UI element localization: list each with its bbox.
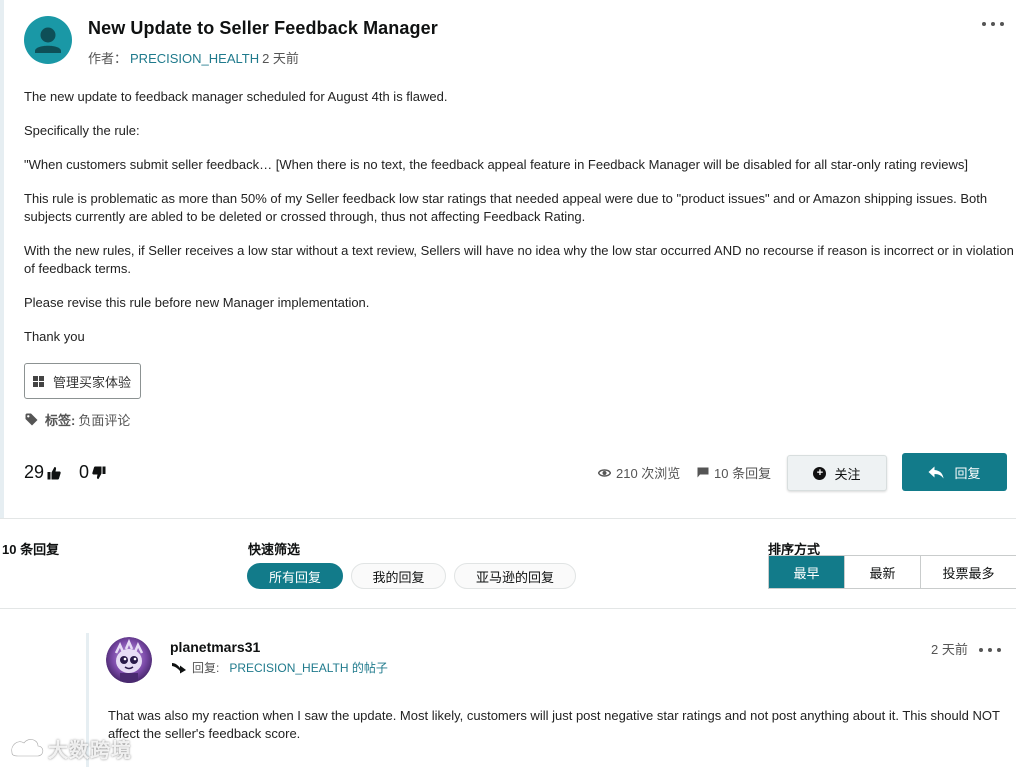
filter-my-replies[interactable]: 我的回复 [351,563,446,589]
post-time: 2 天前 [262,51,299,66]
reply-more-options-icon[interactable] [979,644,1001,656]
reply-time: 2 天前 [931,642,968,657]
thumbs-down-icon [92,466,106,479]
views-stat: 210 次浏览 [598,463,680,482]
author-link[interactable]: PRECISION_HEALTH [130,51,259,66]
tags-label: 标签: [45,413,76,428]
filter-all-replies[interactable]: 所有回复 [247,563,343,589]
views-count: 210 次浏览 [616,466,681,481]
user-icon [35,27,61,53]
thumbs-up-icon [47,466,61,479]
reply-avatar[interactable] [106,637,152,683]
post-more-options-icon[interactable] [982,18,1004,30]
sort-most-votes[interactable]: 投票最多 [921,556,1016,588]
reply-arrow-icon [928,466,944,478]
post-paragraph: The new update to feedback manager sched… [24,89,448,104]
eye-icon [598,468,611,477]
replies-stat: 10 条回复 [697,463,771,482]
comment-icon [697,467,709,478]
section-divider [0,608,1016,609]
post-paragraph: Please revise this rule before new Manag… [24,295,370,310]
grid-icon [33,375,44,387]
section-divider [0,518,1016,519]
category-label: 管理买家体验 [53,374,132,390]
post-paragraph: "When customers submit seller feedback… … [24,157,968,172]
post-paragraph: Specifically the rule: [24,123,140,138]
post-card: New Update to Seller Feedback Manager 作者… [0,0,1016,518]
reply-button[interactable]: 回复 [902,453,1007,491]
reply-label: 回复 [954,465,981,481]
quick-filter-label: 快速筛选 [248,542,301,557]
downvote-count: 0 [79,462,90,482]
reply-to-line: 回复: PRECISION_HEALTH 的帖子 [170,659,388,676]
upvote-button[interactable]: 29 [24,462,61,483]
post-paragraph: Thank you [24,329,85,344]
replies-count-title: 10 条回复 [2,542,60,557]
sort-oldest[interactable]: 最早 [769,556,845,588]
watermark-text: 大数跨境 [48,740,132,762]
post-paragraph: This rule is problematic as more than 50… [24,191,988,224]
vote-controls: 29 0 [24,462,124,483]
reply-body: That was also my reaction when I saw the… [108,708,1000,741]
tag-link[interactable]: 负面评论 [78,410,130,429]
post-title: New Update to Seller Feedback Manager [88,18,438,38]
sort-newest[interactable]: 最新 [845,556,921,588]
reply-card: planetmars31 回复: PRECISION_HEALTH 的帖子 2 … [86,633,1016,767]
watermark-logo-icon [10,737,44,757]
follow-label: 关注 [834,466,861,482]
post-body: The new update to feedback manager sched… [24,88,1014,362]
post-header: New Update to Seller Feedback Manager 作者… [24,16,438,67]
reply-prefix: 回复: [192,661,220,675]
follow-button[interactable]: + 关注 [787,455,887,491]
author-prefix: 作者： [88,51,128,66]
reply-turn-arrow-icon [172,663,186,674]
author-avatar[interactable] [24,16,72,64]
post-meta: 作者： PRECISION_HEALTH 2 天前 [88,48,438,67]
category-button[interactable]: 管理买家体验 [24,363,142,399]
sort-options: 最早 最新 投票最多 [768,555,1016,589]
creature-avatar-icon [106,637,152,683]
upvote-count: 29 [24,462,45,482]
post-paragraph: With the new rules, if Seller receives a… [24,243,1014,276]
downvote-button[interactable]: 0 [79,462,106,483]
plus-circle-icon: + [813,466,827,480]
reply-username[interactable]: planetmars31 [170,639,260,655]
replies-count: 10 条回复 [714,466,772,481]
watermark: 大数跨境 [8,734,132,763]
reply-target-link[interactable]: PRECISION_HEALTH 的帖子 [229,659,387,676]
tags-row: 标签: 负面评论 [25,410,130,429]
tag-icon [25,413,38,426]
filter-amazon-replies[interactable]: 亚马逊的回复 [454,563,576,589]
